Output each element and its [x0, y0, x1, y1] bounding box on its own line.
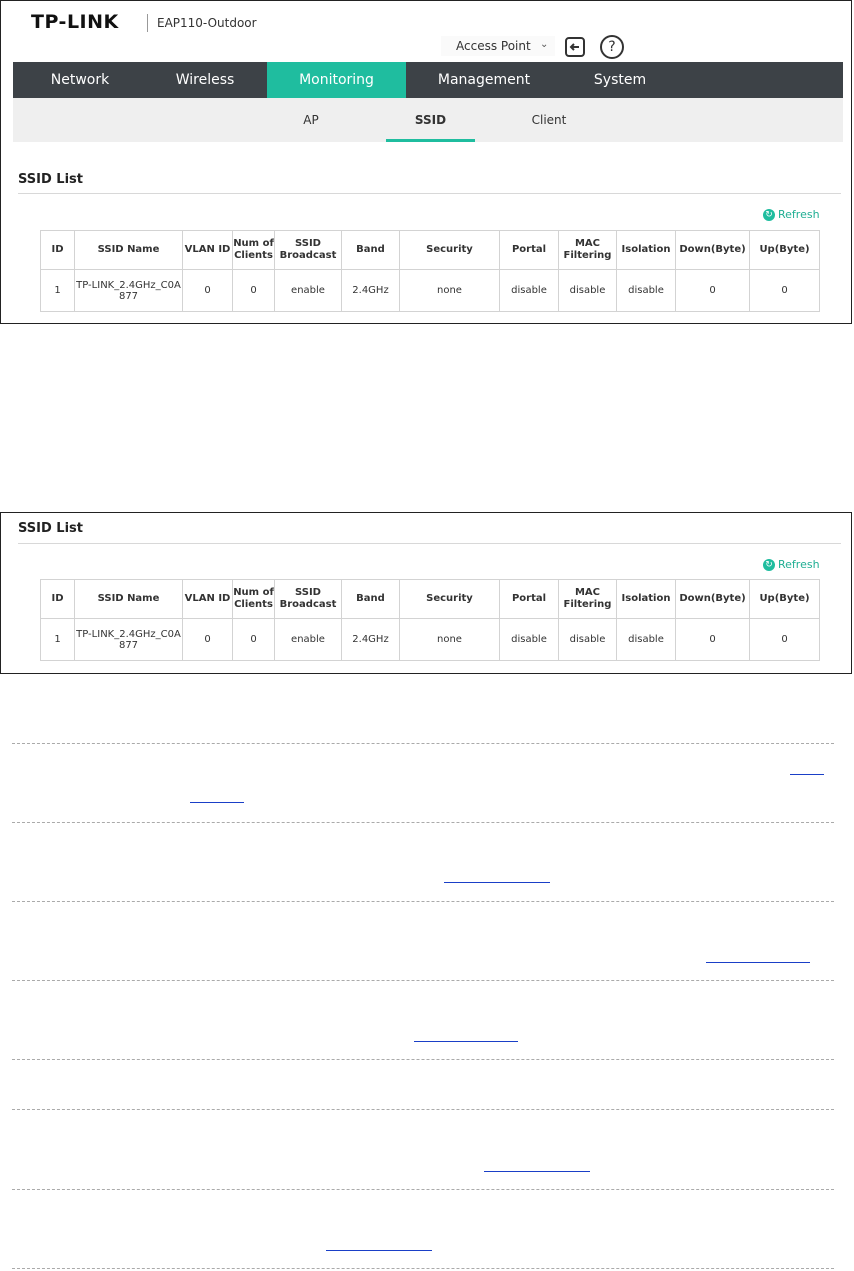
table-row: 1 TP-LINK_2.4GHz_C0A877 0 0 enable 2.4GH… — [40, 618, 820, 661]
column-header: Portal — [499, 579, 559, 619]
refresh-label: Refresh — [778, 558, 820, 571]
hyperlink-underline[interactable] — [326, 1250, 432, 1251]
table-cell: disable — [558, 269, 617, 312]
table-cell: TP-LINK_2.4GHz_C0A877 — [74, 618, 183, 661]
column-header: Security — [399, 579, 500, 619]
table-cell: 0 — [232, 618, 275, 661]
sub-nav: AP SSID Client — [13, 98, 843, 142]
column-header: Security — [399, 230, 500, 270]
section-title: SSID List — [18, 172, 83, 187]
table-cell: disable — [499, 618, 559, 661]
dashed-separator — [12, 1268, 834, 1269]
column-header: Num of Clients — [232, 579, 275, 619]
column-header: VLAN ID — [182, 579, 233, 619]
table-cell: disable — [616, 618, 676, 661]
ssid-table: ID SSID Name VLAN ID Num of Clients SSID… — [40, 230, 820, 312]
table-cell: enable — [274, 269, 342, 312]
refresh-button[interactable]: ↻ Refresh — [763, 558, 820, 571]
logout-icon[interactable] — [565, 37, 585, 57]
refresh-icon: ↻ — [763, 559, 775, 571]
column-header: ID — [40, 579, 75, 619]
refresh-icon: ↻ — [763, 209, 775, 221]
column-header: Up(Byte) — [749, 579, 820, 619]
table-cell: 0 — [749, 269, 820, 312]
table-cell: enable — [274, 618, 342, 661]
main-nav: Network Wireless Monitoring Management S… — [13, 62, 843, 98]
dashed-separator — [12, 1109, 834, 1110]
column-header: Band — [341, 230, 400, 270]
column-header: Down(Byte) — [675, 579, 750, 619]
column-header: VLAN ID — [182, 230, 233, 270]
table-cell: none — [399, 618, 500, 661]
table-cell: 0 — [182, 269, 233, 312]
tab-management[interactable]: Management — [406, 62, 562, 98]
device-model: EAP110-Outdoor — [157, 16, 257, 30]
table-cell: none — [399, 269, 500, 312]
section-divider — [18, 193, 841, 194]
table-cell: 0 — [675, 618, 750, 661]
chevron-down-icon: ⌄ — [540, 39, 549, 50]
ssid-table: ID SSID Name VLAN ID Num of Clients SSID… — [40, 579, 820, 661]
tab-wireless[interactable]: Wireless — [147, 62, 263, 98]
hyperlink-underline[interactable] — [790, 774, 824, 775]
dashed-separator — [12, 1059, 834, 1060]
column-header: ID — [40, 230, 75, 270]
column-header: MAC Filtering — [558, 579, 617, 619]
tab-network[interactable]: Network — [13, 62, 147, 98]
column-header: Portal — [499, 230, 559, 270]
table-cell: 1 — [40, 269, 75, 312]
subtab-ssid[interactable]: SSID — [386, 98, 475, 142]
ssid-list-panel: SSID List ↻ Refresh ID SSID Name VLAN ID … — [0, 512, 852, 674]
header-divider — [147, 14, 148, 32]
table-cell: TP-LINK_2.4GHz_C0A877 — [74, 269, 183, 312]
mode-select-value: Access Point — [456, 39, 531, 53]
refresh-button[interactable]: ↻ Refresh — [763, 208, 820, 221]
dashed-separator — [12, 980, 834, 981]
table-header-row: ID SSID Name VLAN ID Num of Clients SSID… — [40, 579, 820, 619]
dashed-separator — [12, 822, 834, 823]
hyperlink-underline[interactable] — [190, 802, 244, 803]
table-cell: disable — [558, 618, 617, 661]
column-header: SSID Name — [74, 230, 183, 270]
tp-link-logo: TP-LINK — [31, 11, 119, 33]
refresh-label: Refresh — [778, 208, 820, 221]
dashed-separator — [12, 901, 834, 902]
table-cell: 0 — [749, 618, 820, 661]
column-header: Down(Byte) — [675, 230, 750, 270]
table-cell: 2.4GHz — [341, 269, 400, 312]
hyperlink-underline[interactable] — [444, 882, 550, 883]
column-header: Isolation — [616, 579, 676, 619]
hyperlink-underline[interactable] — [484, 1171, 590, 1172]
column-header: Band — [341, 579, 400, 619]
column-header: SSID Name — [74, 579, 183, 619]
ui-screenshot-panel: TP-LINK EAP110-Outdoor Access Point ⌄ ? … — [0, 0, 852, 324]
column-header: Isolation — [616, 230, 676, 270]
table-header-row: ID SSID Name VLAN ID Num of Clients SSID… — [40, 230, 820, 270]
table-cell: 0 — [182, 618, 233, 661]
dashed-separator — [12, 1189, 834, 1190]
section-title: SSID List — [18, 521, 83, 536]
table-cell: 1 — [40, 618, 75, 661]
column-header: Num of Clients — [232, 230, 275, 270]
table-cell: 2.4GHz — [341, 618, 400, 661]
column-header: MAC Filtering — [558, 230, 617, 270]
hyperlink-underline[interactable] — [706, 962, 810, 963]
mode-select[interactable]: Access Point ⌄ — [441, 36, 555, 56]
hyperlink-underline[interactable] — [414, 1041, 518, 1042]
table-row: 1 TP-LINK_2.4GHz_C0A877 0 0 enable 2.4GH… — [40, 269, 820, 312]
subtab-ap[interactable]: AP — [271, 98, 351, 142]
section-divider — [18, 543, 841, 544]
column-header: SSID Broadcast — [274, 230, 342, 270]
tab-system[interactable]: System — [562, 62, 678, 98]
dashed-separator — [12, 743, 834, 744]
table-cell: disable — [616, 269, 676, 312]
tab-monitoring[interactable]: Monitoring — [267, 62, 406, 98]
help-icon[interactable]: ? — [600, 35, 624, 59]
table-cell: 0 — [232, 269, 275, 312]
column-header: Up(Byte) — [749, 230, 820, 270]
table-cell: disable — [499, 269, 559, 312]
table-cell: 0 — [675, 269, 750, 312]
column-header: SSID Broadcast — [274, 579, 342, 619]
subtab-client[interactable]: Client — [509, 98, 589, 142]
